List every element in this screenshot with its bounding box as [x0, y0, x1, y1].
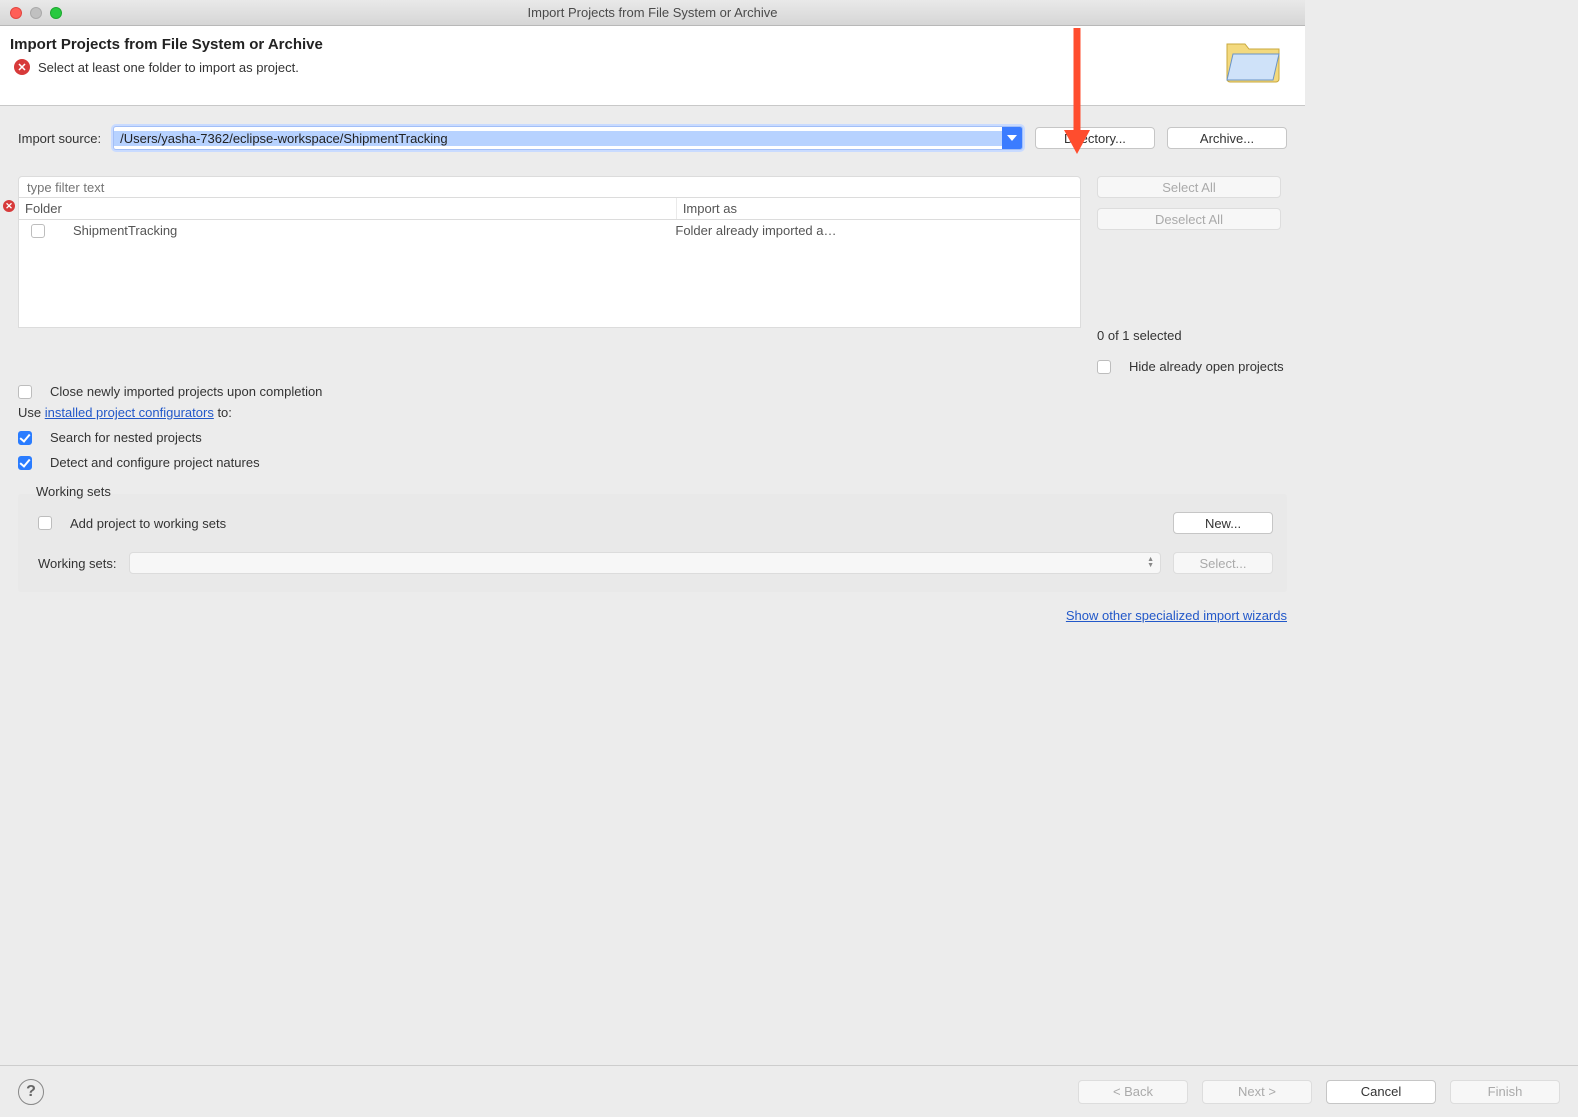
- deselect-all-button[interactable]: Deselect All: [1097, 208, 1281, 230]
- import-source-value: /Users/yasha-7362/eclipse-workspace/Ship…: [114, 131, 1002, 146]
- working-sets-legend: Working sets: [32, 484, 115, 499]
- window-title: Import Projects from File System or Arch…: [0, 5, 1305, 20]
- directory-button[interactable]: Directory...: [1035, 127, 1155, 149]
- wizard-banner: Import Projects from File System or Arch…: [0, 26, 1305, 106]
- help-icon[interactable]: ?: [18, 1079, 44, 1105]
- add-to-working-sets-checkbox[interactable]: [38, 516, 52, 530]
- error-indicator-icon: ✕: [3, 200, 15, 212]
- folder-icon: [1223, 36, 1287, 91]
- updown-icon: ▲▼: [1147, 557, 1154, 569]
- hide-open-checkbox[interactable]: [1097, 360, 1111, 374]
- error-icon: ✕: [14, 59, 30, 75]
- close-new-checkbox[interactable]: [18, 385, 32, 399]
- import-source-label: Import source:: [18, 131, 101, 146]
- working-sets-label: Working sets:: [38, 556, 117, 571]
- hide-open-label: Hide already open projects: [1129, 359, 1284, 374]
- new-working-set-button[interactable]: New...: [1173, 512, 1273, 534]
- finish-button[interactable]: Finish: [1450, 1080, 1560, 1104]
- select-all-button[interactable]: Select All: [1097, 176, 1281, 198]
- use-prefix: Use: [18, 405, 45, 420]
- other-wizards-link[interactable]: Show other specialized import wizards: [1066, 608, 1287, 623]
- filter-input[interactable]: [18, 176, 1081, 198]
- archive-button[interactable]: Archive...: [1167, 127, 1287, 149]
- row-checkbox[interactable]: [31, 224, 45, 238]
- selection-count: 0 of 1 selected: [1097, 328, 1287, 343]
- back-button[interactable]: < Back: [1078, 1080, 1188, 1104]
- select-working-set-button[interactable]: Select...: [1173, 552, 1273, 574]
- configurators-link[interactable]: installed project configurators: [45, 405, 214, 420]
- detect-natures-checkbox[interactable]: [18, 456, 32, 470]
- banner-message: Select at least one folder to import as …: [38, 60, 299, 75]
- search-nested-label: Search for nested projects: [50, 430, 202, 445]
- import-source-combo[interactable]: /Users/yasha-7362/eclipse-workspace/Ship…: [113, 126, 1023, 150]
- detect-natures-label: Detect and configure project natures: [50, 455, 260, 470]
- search-nested-checkbox[interactable]: [18, 431, 32, 445]
- chevron-down-icon[interactable]: [1002, 127, 1022, 149]
- banner-title: Import Projects from File System or Arch…: [10, 36, 1223, 53]
- add-to-working-sets-label: Add project to working sets: [70, 516, 226, 531]
- row-folder-name: ShipmentTracking: [73, 223, 177, 238]
- projects-table: Folder Import as ShipmentTracking Folder…: [18, 198, 1081, 328]
- column-header-folder[interactable]: Folder: [19, 198, 677, 219]
- cancel-button[interactable]: Cancel: [1326, 1080, 1436, 1104]
- row-import-as: Folder already imported a…: [675, 223, 1074, 238]
- working-sets-group: Working sets Add project to working sets…: [18, 494, 1287, 592]
- column-header-importas[interactable]: Import as: [677, 198, 1080, 219]
- table-row[interactable]: ShipmentTracking Folder already imported…: [19, 220, 1080, 241]
- button-bar: ? < Back Next > Cancel Finish: [0, 1065, 1578, 1117]
- next-button[interactable]: Next >: [1202, 1080, 1312, 1104]
- working-sets-select[interactable]: ▲▼: [129, 552, 1161, 574]
- titlebar: Import Projects from File System or Arch…: [0, 0, 1305, 26]
- close-new-label: Close newly imported projects upon compl…: [50, 384, 322, 399]
- use-suffix: to:: [214, 405, 232, 420]
